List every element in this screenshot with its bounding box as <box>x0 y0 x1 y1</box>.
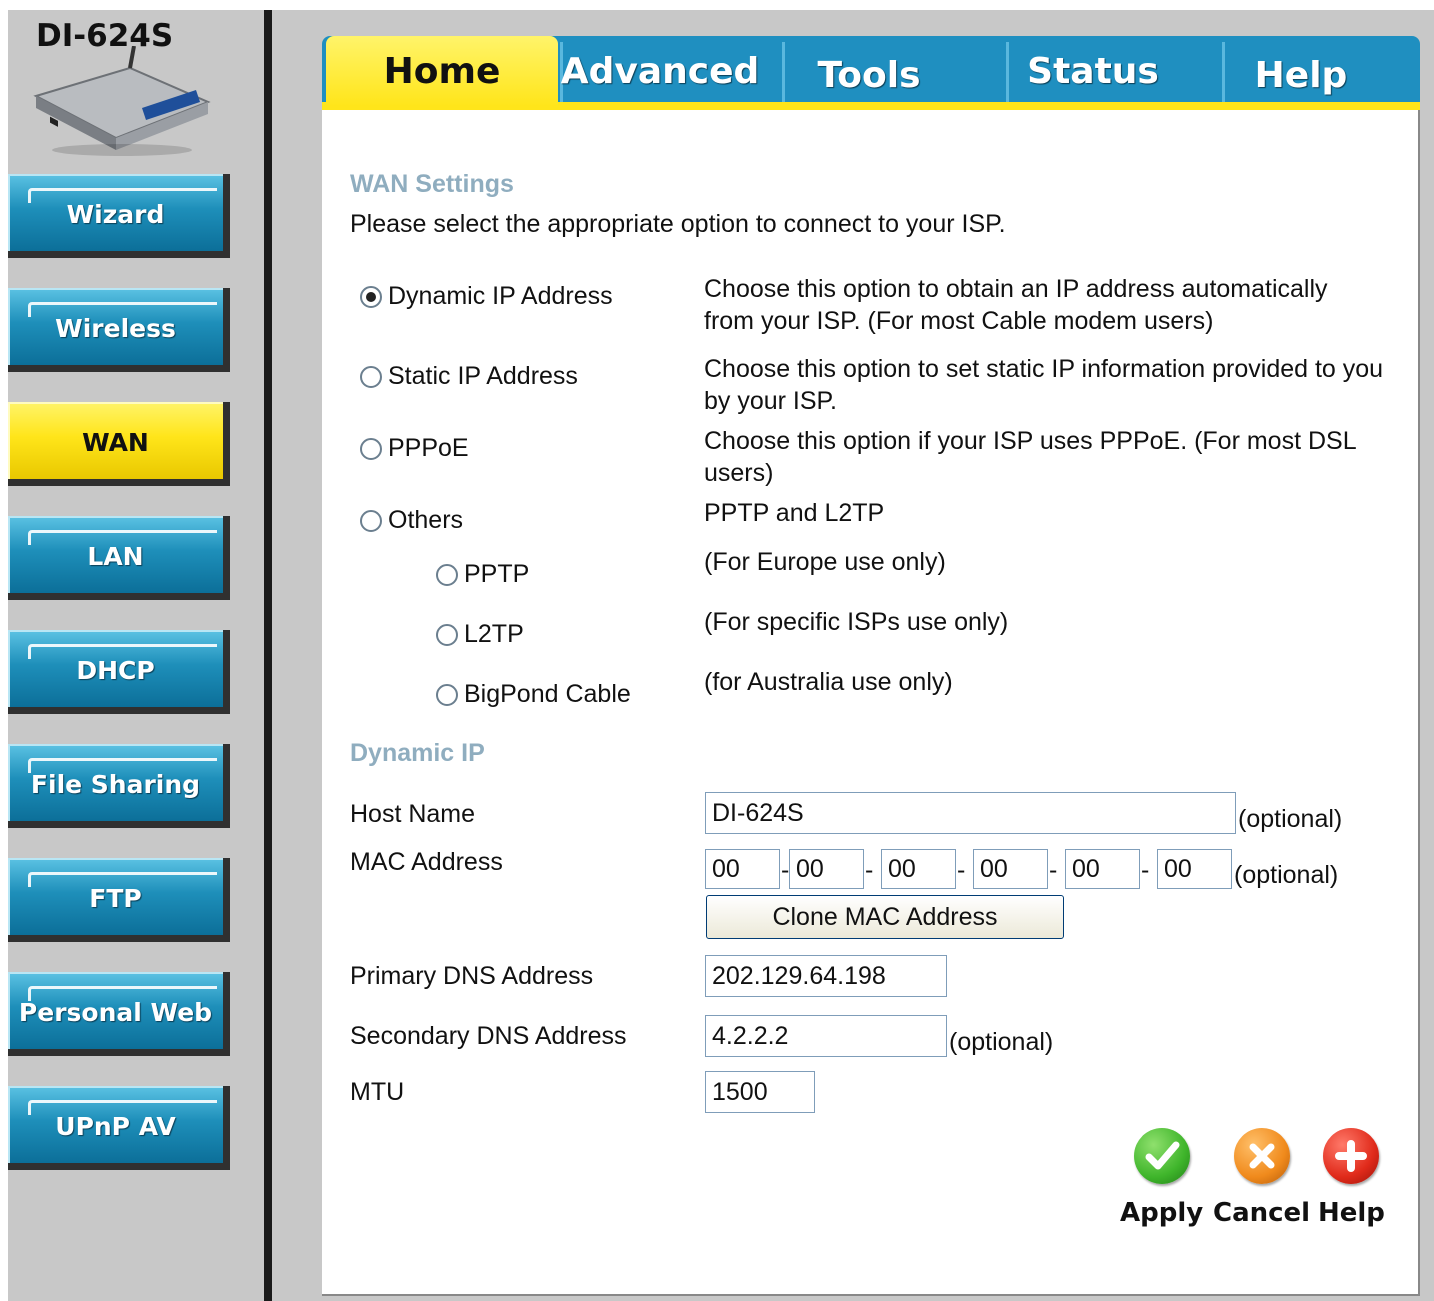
option-description: PPTP and L2TP <box>704 499 885 527</box>
help-button[interactable]: Help <box>1318 1128 1385 1228</box>
sidebar-item-wizard[interactable]: Wizard <box>8 174 230 258</box>
option-label: BigPond Cable <box>464 680 631 708</box>
mac-octet-1[interactable] <box>705 849 780 889</box>
sidebar-item-label: FTP <box>89 884 142 913</box>
option-bigpond-cable[interactable]: BigPond Cable <box>436 680 631 709</box>
mac-separator: - <box>1141 856 1150 884</box>
help-plus-icon <box>1323 1128 1380 1184</box>
help-label: Help <box>1318 1198 1385 1228</box>
option-pppoe[interactable]: PPPoE <box>360 434 469 463</box>
sidebar-item-lan[interactable]: LAN <box>8 516 230 600</box>
sidebar-item-label: File Sharing <box>30 770 201 799</box>
option-label: PPTP <box>464 560 530 588</box>
radio-dynamic-ip[interactable] <box>360 285 382 308</box>
sidebar-item-file-sharing[interactable]: File Sharing <box>8 744 230 828</box>
tab-home[interactable]: Home <box>326 36 558 106</box>
mac-octet-5[interactable] <box>1065 849 1140 889</box>
sidebar-item-personal-web[interactable]: Personal Web <box>8 972 230 1056</box>
tab-tools[interactable]: Tools <box>786 40 952 110</box>
option-description: (for Australia use only) <box>704 668 953 696</box>
radio-pppoe[interactable] <box>360 437 382 460</box>
sidebar-item-label: Wireless <box>55 314 176 343</box>
secondary-dns-label: Secondary DNS Address <box>350 1022 627 1050</box>
option-others[interactable]: Others <box>360 506 463 535</box>
apply-button[interactable]: Apply <box>1120 1128 1203 1228</box>
cancel-button[interactable]: Cancel <box>1213 1128 1310 1228</box>
radio-bigpond-cable[interactable] <box>436 683 458 706</box>
tab-separator <box>1222 42 1225 102</box>
router-icon <box>33 46 211 156</box>
host-name-optional: (optional) <box>1238 805 1343 833</box>
option-l2tp[interactable]: L2TP <box>436 620 524 649</box>
host-name-label: Host Name <box>350 800 476 828</box>
option-description: (For specific ISPs use only) <box>704 608 1009 636</box>
mac-octet-4[interactable] <box>973 849 1048 889</box>
sidebar-item-wan[interactable]: WAN <box>8 402 230 486</box>
mtu-label: MTU <box>350 1078 405 1106</box>
mac-octet-6[interactable] <box>1157 849 1232 889</box>
option-description: (For Europe use only) <box>704 548 946 576</box>
option-label: L2TP <box>464 620 524 648</box>
apply-label: Apply <box>1120 1198 1204 1228</box>
secondary-dns-optional: (optional) <box>949 1028 1054 1056</box>
sidebar-item-label: LAN <box>87 542 144 571</box>
tab-help[interactable]: Help <box>1226 40 1376 110</box>
option-pptp[interactable]: PPTP <box>436 560 529 589</box>
option-description: Choose this option to obtain an IP addre… <box>704 275 1328 335</box>
mac-separator: - <box>1049 856 1058 884</box>
sidebar-item-label: WAN <box>82 428 149 457</box>
cancel-label: Cancel <box>1213 1198 1311 1228</box>
option-label: Others <box>388 506 464 534</box>
sidebar-item-label: UPnP AV <box>55 1112 176 1141</box>
sidebar-item-ftp[interactable]: FTP <box>8 858 230 942</box>
radio-l2tp[interactable] <box>436 623 458 646</box>
tab-advanced[interactable]: Advanced <box>561 36 760 106</box>
mac-optional: (optional) <box>1234 861 1339 889</box>
tab-status[interactable]: Status <box>1008 36 1178 106</box>
tab-separator <box>782 42 785 102</box>
mac-separator: - <box>957 856 966 884</box>
sidebar-item-wireless[interactable]: Wireless <box>8 288 230 372</box>
radio-pptp[interactable] <box>436 563 458 586</box>
option-label: PPPoE <box>388 434 469 462</box>
radio-others[interactable] <box>360 509 382 532</box>
option-description: Choose this option if your ISP uses PPPo… <box>704 427 1356 487</box>
sidebar-item-label: Wizard <box>66 200 165 229</box>
wan-intro-text: Please select the appropriate option to … <box>350 210 1006 238</box>
sidebar-item-label: DHCP <box>76 656 155 685</box>
mac-octet-3[interactable] <box>881 849 956 889</box>
sidebar-divider <box>264 10 272 1301</box>
option-description: Choose this option to set static IP info… <box>704 355 1384 415</box>
mac-address-label: MAC Address <box>350 848 503 876</box>
option-label: Dynamic IP Address <box>388 282 613 310</box>
host-name-input[interactable] <box>705 792 1236 834</box>
dynamic-ip-title: Dynamic IP <box>350 739 485 767</box>
sidebar-item-dhcp[interactable]: DHCP <box>8 630 230 714</box>
checkmark-icon <box>1133 1128 1190 1184</box>
clone-mac-address-button[interactable]: Clone MAC Address <box>706 895 1064 939</box>
sidebar-item-upnp-av[interactable]: UPnP AV <box>8 1086 230 1170</box>
mac-separator: - <box>865 856 874 884</box>
mac-octet-2[interactable] <box>789 849 864 889</box>
mtu-input[interactable] <box>705 1071 815 1113</box>
cancel-x-icon <box>1233 1128 1290 1184</box>
option-dynamic-ip[interactable]: Dynamic IP Address <box>360 282 613 311</box>
radio-static-ip[interactable] <box>360 365 382 388</box>
sidebar-item-label: Personal Web <box>18 998 213 1027</box>
secondary-dns-input[interactable] <box>705 1015 947 1057</box>
wan-settings-title: WAN Settings <box>350 170 514 198</box>
primary-dns-input[interactable] <box>705 955 947 997</box>
option-static-ip[interactable]: Static IP Address <box>360 362 578 391</box>
primary-dns-label: Primary DNS Address <box>350 962 594 990</box>
option-label: Static IP Address <box>388 362 578 390</box>
